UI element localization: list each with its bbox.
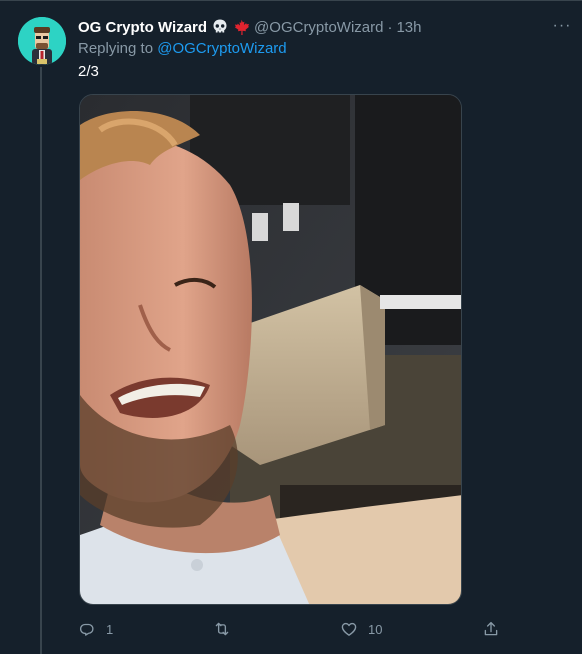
retweet-icon <box>212 620 232 638</box>
retweet-button[interactable] <box>212 618 242 640</box>
replying-to-handle-link[interactable]: @OGCryptoWizard <box>157 40 286 57</box>
timestamp[interactable]: 13h <box>396 19 421 36</box>
tweet-text: 2/3 <box>78 63 99 80</box>
separator-dot: · <box>387 18 393 36</box>
tweet-photo[interactable] <box>79 94 462 605</box>
share-button[interactable] <box>482 618 500 640</box>
tweet-actions: 1 10 <box>78 618 508 640</box>
replying-to: Replying to @OGCryptoWizard <box>78 40 287 57</box>
reply-icon <box>78 620 96 638</box>
thread-line <box>40 67 42 654</box>
tweet[interactable]: OG Crypto Wizard @OGCryptoWizard · 13h ·… <box>0 0 582 654</box>
skull-icon <box>211 18 229 36</box>
like-button[interactable]: 10 <box>340 618 382 640</box>
reply-button[interactable]: 1 <box>78 618 113 640</box>
replying-prefix: Replying to <box>78 40 154 57</box>
heart-icon <box>340 620 358 638</box>
handle[interactable]: @OGCryptoWizard <box>254 19 383 36</box>
share-icon <box>482 620 500 638</box>
maple-leaf-icon <box>233 19 250 36</box>
avatar[interactable] <box>18 17 66 65</box>
more-options-button[interactable]: ··· <box>550 15 574 37</box>
tweet-header: OG Crypto Wizard @OGCryptoWizard · 13h <box>78 17 422 37</box>
reply-count: 1 <box>106 621 114 637</box>
display-name[interactable]: OG Crypto Wizard <box>78 19 207 36</box>
like-count: 10 <box>368 621 383 637</box>
